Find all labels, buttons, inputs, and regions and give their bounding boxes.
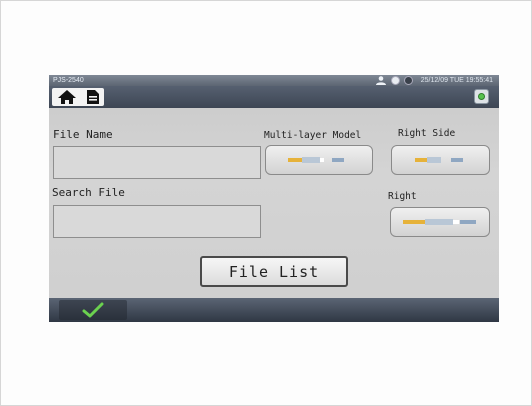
right-button[interactable] [390, 207, 490, 237]
home-icon[interactable] [57, 89, 77, 105]
right-side-label: Right Side [398, 128, 456, 139]
confirm-button[interactable] [59, 300, 127, 320]
multi-layer-model-button[interactable] [265, 145, 373, 175]
nav-bar [49, 86, 499, 108]
search-file-label: Search File [52, 186, 125, 199]
status-bar: PJS-2540 25/12/09 TUE 19:55:41 [49, 75, 499, 86]
indicator-dark-icon [403, 76, 413, 85]
checkmark-icon [82, 302, 104, 318]
device-screen: PJS-2540 25/12/09 TUE 19:55:41 File Name… [49, 75, 499, 322]
power-button[interactable] [474, 89, 489, 104]
nav-buttons [52, 88, 104, 106]
cable-icon [403, 219, 476, 225]
power-icon [478, 93, 485, 100]
model-name: PJS-2540 [53, 77, 84, 84]
indicator-light-icon [390, 76, 400, 85]
file-icon[interactable] [86, 89, 100, 105]
datetime: 25/12/09 TUE 19:55:41 [420, 77, 493, 84]
file-list-button[interactable]: File List [200, 256, 348, 287]
right-label: Right [388, 191, 417, 202]
search-file-input[interactable] [53, 205, 261, 238]
bottom-bar [49, 298, 499, 322]
cable-icon [414, 157, 463, 163]
file-name-label: File Name [53, 128, 113, 141]
status-indicators: 25/12/09 TUE 19:55:41 [375, 75, 493, 86]
file-name-input[interactable] [53, 146, 261, 179]
user-icon [375, 76, 386, 85]
cable-icon [288, 157, 344, 163]
right-side-button[interactable] [391, 145, 490, 175]
multi-layer-model-label: Multi-layer Model [264, 130, 362, 141]
